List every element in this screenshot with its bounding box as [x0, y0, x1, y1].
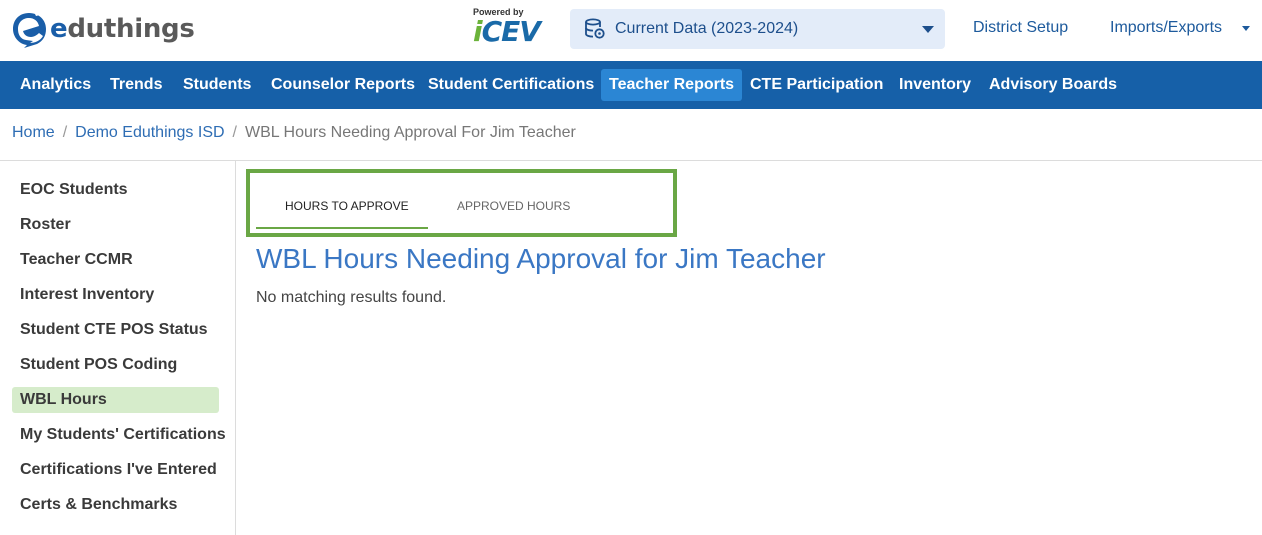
sidebar: EOC Students Roster Teacher CCMR Interes…	[0, 161, 236, 535]
nav-students[interactable]: Students	[175, 69, 259, 101]
nav-analytics[interactable]: Analytics	[12, 69, 99, 101]
breadcrumb-current: WBL Hours Needing Approval For Jim Teach…	[245, 124, 576, 141]
breadcrumb-separator: /	[232, 124, 237, 141]
imports-exports-caret-icon[interactable]	[1242, 26, 1250, 31]
eduthings-logo-text: eduthings	[50, 14, 195, 44]
sidebar-item-wbl-hours[interactable]: WBL Hours	[12, 387, 219, 413]
sidebar-item-certs-benchmarks[interactable]: Certs & Benchmarks	[12, 492, 219, 518]
sidebar-item-teacher-ccmr[interactable]: Teacher CCMR	[12, 247, 219, 273]
tab-approved-hours[interactable]: APPROVED HOURS	[457, 199, 570, 213]
breadcrumb-home[interactable]: Home	[12, 124, 55, 141]
nav-inventory[interactable]: Inventory	[891, 69, 979, 101]
sidebar-item-eoc-students[interactable]: EOC Students	[12, 177, 219, 203]
eduthings-logo[interactable]: eduthings	[10, 9, 195, 49]
nav-advisory-boards[interactable]: Advisory Boards	[981, 69, 1125, 101]
eduthings-logo-icon	[13, 10, 46, 48]
breadcrumb-district[interactable]: Demo Eduthings ISD	[75, 124, 224, 141]
nav-student-certifications[interactable]: Student Certifications	[420, 69, 602, 101]
sidebar-item-interest-inventory[interactable]: Interest Inventory	[12, 282, 219, 308]
nav-cte-participation[interactable]: CTE Participation	[742, 69, 891, 101]
database-icon	[585, 18, 605, 39]
breadcrumb-separator: /	[62, 124, 68, 141]
sidebar-item-certifications-entered[interactable]: Certifications I've Entered	[12, 457, 219, 483]
data-year-select-value: Current Data (2023-2024)	[615, 20, 799, 37]
imports-exports-menu[interactable]: Imports/Exports	[1110, 19, 1222, 37]
district-setup-link[interactable]: District Setup	[973, 19, 1068, 37]
nav-teacher-reports[interactable]: Teacher Reports	[601, 69, 743, 101]
sidebar-item-my-students-certifications[interactable]: My Students' Certifications	[12, 422, 226, 448]
main-nav: Analytics Trends Students Counselor Repo…	[0, 61, 1262, 109]
chevron-down-icon	[922, 26, 934, 33]
breadcrumb: Home / Demo Eduthings ISD / WBL Hours Needin…	[12, 124, 576, 142]
tab-hours-to-approve[interactable]: HOURS TO APPROVE	[285, 199, 409, 213]
data-year-select[interactable]: Current Data (2023-2024)	[570, 9, 945, 49]
icev-logo-text: iCEV	[473, 15, 541, 48]
nav-counselor-reports[interactable]: Counselor Reports	[263, 69, 423, 101]
page-title: WBL Hours Needing Approval for Jim Teach…	[256, 243, 826, 274]
tabs-highlight-box: HOURS TO APPROVE APPROVED HOURS	[246, 169, 677, 237]
active-tab-indicator	[256, 227, 428, 229]
empty-results-message: No matching results found.	[256, 289, 447, 306]
sidebar-item-roster[interactable]: Roster	[12, 212, 219, 238]
top-header: eduthings Powered by iCEV Current Data (…	[0, 0, 1262, 61]
powered-by-icev-logo: Powered by iCEV	[473, 7, 555, 49]
nav-trends[interactable]: Trends	[102, 69, 170, 101]
sidebar-item-student-cte-pos-status[interactable]: Student CTE POS Status	[12, 317, 219, 343]
sidebar-item-student-pos-coding[interactable]: Student POS Coding	[12, 352, 219, 378]
